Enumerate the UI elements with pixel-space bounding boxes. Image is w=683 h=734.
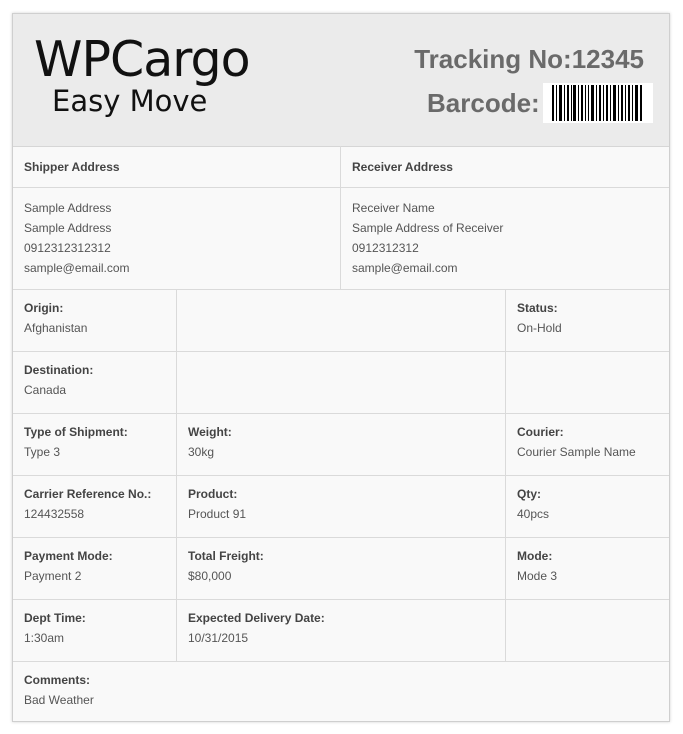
weight-cell: Weight: 30kg: [177, 414, 506, 475]
total-freight-label: Total Freight:: [188, 549, 264, 563]
payment-mode-label: Payment Mode:: [24, 549, 113, 563]
receiver-line: Sample Address of Receiver: [352, 221, 504, 235]
dept-time-cell: Dept Time: 1:30am: [13, 600, 177, 661]
table-row: Dept Time: 1:30am Expected Delivery Date…: [13, 600, 669, 662]
shipment-type-label: Type of Shipment:: [24, 425, 128, 439]
delivery-date-label: Expected Delivery Date:: [188, 611, 325, 625]
header: WPCargo Easy Move Tracking No:12345 Barc…: [13, 14, 669, 147]
table-row: Destination: Canada: [13, 352, 669, 414]
status-value: On-Hold: [517, 321, 562, 335]
empty-cell: [506, 352, 669, 413]
receiver-phone: 0912312312: [352, 241, 419, 255]
mode-label: Mode:: [517, 549, 553, 563]
shipper-phone: 0912312312312: [24, 241, 111, 255]
mode-cell: Mode: Mode 3: [506, 538, 669, 599]
destination-value: Canada: [24, 383, 67, 397]
weight-value: 30kg: [188, 445, 215, 459]
address-body-row: Sample Address Sample Address 0912312312…: [13, 188, 669, 290]
product-cell: Product: Product 91: [177, 476, 506, 537]
comments-value: Bad Weather: [24, 693, 94, 707]
receiver-address-heading: Receiver Address: [352, 160, 453, 174]
qty-value: 40pcs: [517, 507, 550, 521]
shipper-line: Sample Address: [24, 221, 112, 235]
shipment-card: WPCargo Easy Move Tracking No:12345 Barc…: [12, 13, 670, 722]
empty-cell: [506, 600, 669, 661]
comments-cell: Comments: Bad Weather: [13, 662, 669, 723]
tracking-number: Tracking No:12345: [414, 44, 644, 74]
table-row: Origin: Afghanistan Status: On-Hold: [13, 290, 669, 352]
receiver-name: Receiver Name: [352, 201, 435, 215]
total-freight-value: $80,000: [188, 569, 232, 583]
total-freight-cell: Total Freight: $80,000: [177, 538, 506, 599]
origin-value: Afghanistan: [24, 321, 88, 335]
receiver-email: sample@email.com: [352, 261, 458, 275]
courier-label: Courier:: [517, 425, 564, 439]
origin-cell: Origin: Afghanistan: [13, 290, 177, 351]
qty-cell: Qty: 40pcs: [506, 476, 669, 537]
delivery-date-cell: Expected Delivery Date: 10/31/2015: [177, 600, 506, 661]
shipper-line: Sample Address: [24, 201, 112, 215]
table-row: Payment Mode: Payment 2 Total Freight: $…: [13, 538, 669, 600]
table-row: Type of Shipment: Type 3 Weight: 30kg Co…: [13, 414, 669, 476]
comments-label: Comments:: [24, 673, 91, 687]
barcode-row: Barcode:: [427, 83, 653, 123]
payment-mode-value: Payment 2: [24, 569, 82, 583]
delivery-date-value: 10/31/2015: [188, 631, 249, 645]
barcode-label: Barcode:: [427, 87, 540, 118]
qty-label: Qty:: [517, 487, 541, 501]
comments-row: Comments: Bad Weather: [13, 662, 669, 723]
mode-value: Mode 3: [517, 569, 558, 583]
empty-cell: [177, 352, 506, 413]
carrier-ref-label: Carrier Reference No.:: [24, 487, 152, 501]
status-label: Status:: [517, 301, 558, 315]
dept-time-label: Dept Time:: [24, 611, 86, 625]
barcode-image: [542, 83, 653, 123]
product-value: Product 91: [188, 507, 247, 521]
shipment-type-cell: Type of Shipment: Type 3: [13, 414, 177, 475]
logo-title: WPCargo: [34, 31, 251, 88]
receiver-address: Receiver Name Sample Address of Receiver…: [341, 188, 669, 289]
address-header-row: Shipper Address Receiver Address: [13, 146, 669, 188]
courier-value: Courier Sample Name: [517, 445, 636, 459]
details-grid: Shipper Address Receiver Address Sample …: [13, 146, 669, 723]
dept-time-value: 1:30am: [24, 631, 65, 645]
origin-label: Origin:: [24, 301, 64, 315]
destination-cell: Destination: Canada: [13, 352, 177, 413]
table-row: Carrier Reference No.: 124432558 Product…: [13, 476, 669, 538]
destination-label: Destination:: [24, 363, 94, 377]
status-cell: Status: On-Hold: [506, 290, 669, 351]
carrier-ref-value: 124432558: [24, 507, 85, 521]
courier-cell: Courier: Courier Sample Name: [506, 414, 669, 475]
shipper-email: sample@email.com: [24, 261, 130, 275]
logo-subtitle: Easy Move: [52, 84, 208, 118]
product-label: Product:: [188, 487, 238, 501]
payment-mode-cell: Payment Mode: Payment 2: [13, 538, 177, 599]
empty-cell: [177, 290, 506, 351]
shipment-type-value: Type 3: [24, 445, 61, 459]
shipper-address: Sample Address Sample Address 0912312312…: [13, 188, 341, 289]
shipper-address-heading: Shipper Address: [13, 146, 341, 187]
weight-label: Weight:: [188, 425, 232, 439]
carrier-ref-cell: Carrier Reference No.: 124432558: [13, 476, 177, 537]
